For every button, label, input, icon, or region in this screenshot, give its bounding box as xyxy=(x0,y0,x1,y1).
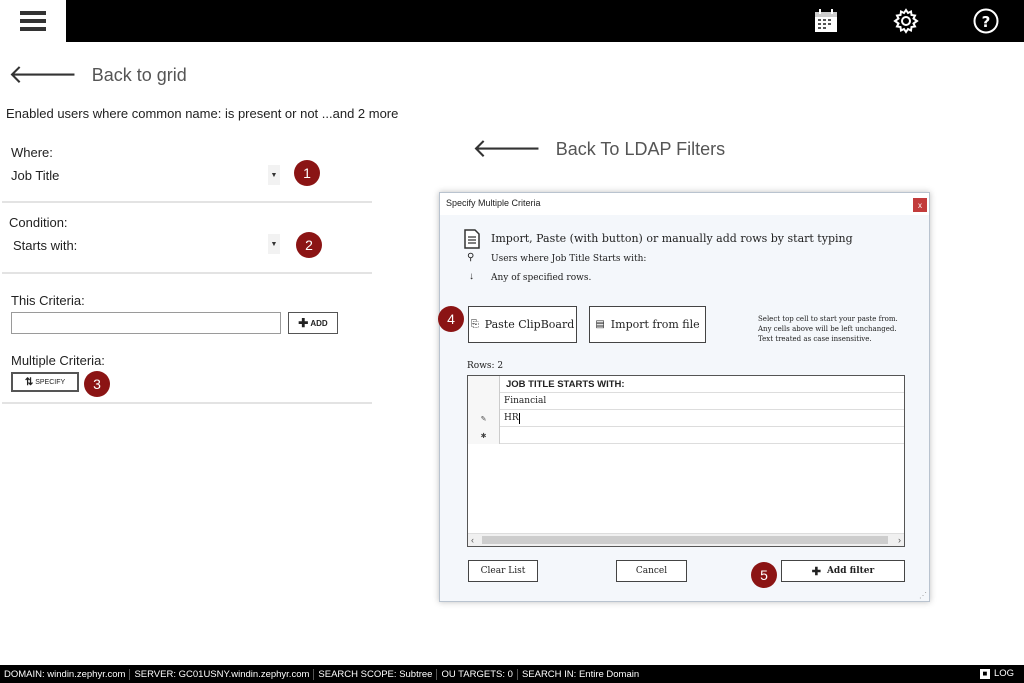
paste-clipboard-button[interactable]: ⎘ Paste ClipBoard xyxy=(468,306,577,343)
log-label: LOG xyxy=(993,668,1014,679)
rows-count: Rows: 2 xyxy=(467,361,504,371)
this-criteria-label: This Criteria: xyxy=(11,293,85,308)
divider xyxy=(2,201,372,203)
add-criteria-button[interactable]: ✚ ADD xyxy=(288,312,338,334)
where-label: Where: xyxy=(11,145,53,160)
back-to-grid-label: Back to grid xyxy=(91,64,187,85)
where-dropdown-value[interactable]: Job Title xyxy=(11,168,59,183)
log-button[interactable]: ■ LOG xyxy=(979,668,1014,679)
table-row[interactable]: ✎ HR xyxy=(468,410,904,427)
help-circle-icon[interactable]: ? xyxy=(973,8,999,34)
step-badge-3: 3 xyxy=(84,371,110,397)
calendar-icon[interactable] xyxy=(813,8,839,34)
scroll-right-icon[interactable]: › xyxy=(898,535,901,545)
log-icon: ■ xyxy=(979,668,990,679)
add-filter-button[interactable]: ✚ Add filter xyxy=(781,560,905,582)
grid-column-header[interactable]: JOB TITLE STARTS WITH: xyxy=(506,379,625,390)
table-row[interactable]: Financial xyxy=(468,393,904,410)
condition-dropdown-value[interactable]: Starts with: xyxy=(13,238,77,253)
step-badge-4: 4 xyxy=(438,306,464,332)
import-from-file-label: Import from file xyxy=(610,318,700,331)
paste-hint-3: Text treated as case insensitive. xyxy=(758,335,872,343)
step-badge-5: 5 xyxy=(751,562,777,588)
document-icon xyxy=(464,229,480,249)
condition-dropdown-chevron-icon[interactable]: ▼ xyxy=(268,234,280,254)
specify-icon: ⇅ xyxy=(24,376,34,388)
dialog-instruction: Import, Paste (with button) or manually … xyxy=(491,232,853,245)
filter-summary: Enabled users where common name: is pres… xyxy=(6,106,399,121)
specify-button-label: SPECIFY xyxy=(35,378,66,386)
gear-icon[interactable] xyxy=(893,8,919,34)
hamburger-menu-icon[interactable] xyxy=(0,0,66,42)
where-dropdown-chevron-icon[interactable]: ▼ xyxy=(268,165,280,185)
status-ou-targets: OU TARGETS: 0 xyxy=(437,668,518,680)
dialog-any-rows-text: Any of specified rows. xyxy=(491,273,592,283)
status-search-scope: SEARCH SCOPE: Subtree xyxy=(314,668,438,680)
back-arrow-icon: 🡐 xyxy=(472,134,542,164)
close-icon[interactable]: x xyxy=(913,198,927,212)
file-icon: ▤ xyxy=(595,319,605,330)
grid-header-row: JOB TITLE STARTS WITH: xyxy=(468,376,904,393)
dialog-titlebar: Specify Multiple Criteria x xyxy=(440,193,929,215)
text-cursor xyxy=(519,413,520,424)
row-selector[interactable] xyxy=(468,393,500,410)
back-to-ldap-label: Back To LDAP Filters xyxy=(555,138,726,159)
add-filter-label: Add filter xyxy=(826,566,875,576)
clipboard-icon: ⎘ xyxy=(470,319,479,330)
criteria-grid[interactable]: JOB TITLE STARTS WITH: Financial ✎ HR ✱ … xyxy=(467,375,905,547)
status-server: SERVER: GC01USNY.windin.zephyr.com xyxy=(130,668,315,680)
status-domain: DOMAIN: windin.zephyr.com xyxy=(0,668,131,680)
plus-icon: ✚ xyxy=(298,316,309,330)
resize-grip-icon[interactable]: ⋰ xyxy=(919,591,927,600)
specify-button[interactable]: ⇅ SPECIFY xyxy=(11,372,79,392)
paste-hint-2: Any cells above will be left unchanged. xyxy=(758,325,897,333)
multiple-criteria-label: Multiple Criteria: xyxy=(11,353,105,368)
paste-clipboard-label: Paste ClipBoard xyxy=(484,318,575,331)
new-row-icon[interactable]: ✱ xyxy=(468,427,500,444)
top-bar: ? xyxy=(0,0,1024,42)
this-criteria-input[interactable] xyxy=(11,312,281,334)
edit-row-icon[interactable]: ✎ xyxy=(468,410,500,427)
step-badge-1: 1 xyxy=(294,160,320,186)
svg-text:?: ? xyxy=(982,13,991,31)
clear-list-button[interactable]: Clear List xyxy=(468,560,538,582)
back-arrow-icon: 🡐 xyxy=(8,60,78,90)
grid-cell[interactable]: Financial xyxy=(504,396,546,406)
dialog-criteria-description: Users where Job Title Starts with: xyxy=(491,254,647,264)
table-row[interactable]: ✱ xyxy=(468,427,904,444)
filter-icon: ⚲ xyxy=(467,252,475,263)
scroll-left-icon[interactable]: ‹ xyxy=(471,535,474,545)
status-bar: DOMAIN: windin.zephyr.com SERVER: GC01US… xyxy=(0,665,1024,683)
divider xyxy=(2,402,372,404)
back-to-ldap-filters-link[interactable]: 🡐 Back To LDAP Filters xyxy=(472,136,725,162)
cancel-button[interactable]: Cancel xyxy=(616,560,687,582)
step-badge-2: 2 xyxy=(296,232,322,258)
arrow-down-icon: ↓ xyxy=(469,271,474,282)
status-search-in: SEARCH IN: Entire Domain xyxy=(521,668,640,680)
grid-cell[interactable]: HR xyxy=(504,413,519,423)
import-from-file-button[interactable]: ▤ Import from file xyxy=(589,306,706,343)
dialog-title: Specify Multiple Criteria xyxy=(446,198,541,208)
plus-icon: ✚ xyxy=(811,564,821,578)
grid-corner xyxy=(468,376,500,393)
add-button-label: ADD xyxy=(310,318,328,328)
back-to-grid-link[interactable]: 🡐 Back to grid xyxy=(8,62,187,88)
divider xyxy=(2,272,372,274)
horizontal-scrollbar[interactable]: ‹ › xyxy=(468,533,904,546)
condition-label: Condition: xyxy=(9,215,68,230)
scrollbar-thumb[interactable] xyxy=(482,536,888,544)
paste-hint-1: Select top cell to start your paste from… xyxy=(758,315,898,323)
